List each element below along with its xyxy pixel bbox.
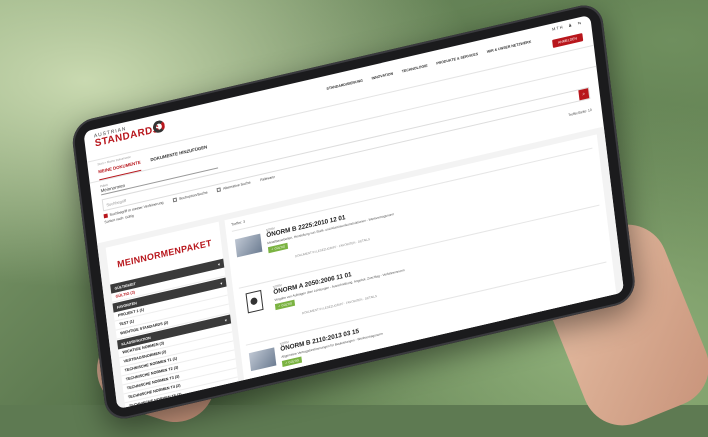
chevron-down-icon: ▾ [217, 261, 221, 267]
cover-thumbnail[interactable] [248, 347, 277, 372]
utility-links: M T H ♟ ⇆ [552, 20, 582, 32]
login-button[interactable]: ANMELDEN [551, 33, 584, 49]
logo-mark-icon [152, 119, 166, 134]
nav-item[interactable]: PRODUKTE & SERVICES [436, 52, 478, 66]
card-actions[interactable]: DOKUMENT IN LESEZUGRIFF · FAVORITEN · DE… [295, 237, 370, 258]
cover-thumbnail[interactable] [234, 233, 263, 258]
per-page-select[interactable]: Treffer/Seite: 10 [568, 108, 592, 117]
language-switch[interactable]: M T H [552, 24, 563, 31]
nav-item[interactable]: TECHNOLOGIE [402, 64, 428, 74]
cart-icon[interactable]: ⇆ [577, 20, 581, 26]
chevron-down-icon: ▾ [220, 280, 223, 286]
logo[interactable]: AUSTRIAN STANDARDS [94, 120, 161, 150]
facet-groups: GÜLTIGKEIT ▾ GÜLTIG (3) FAVORITEN ▾ PROJEKT 1… [110, 258, 242, 410]
checkbox-checked-icon [103, 213, 108, 219]
card-actions[interactable]: DOKUMENT IN LESEZUGRIFF · FAVORITEN · DE… [302, 294, 377, 315]
nav-item[interactable]: STANDARDISIERUNG [326, 79, 363, 91]
user-icon[interactable]: ♟ [568, 22, 572, 28]
nav-item[interactable]: INNOVATION [371, 72, 393, 81]
document-icon[interactable] [245, 289, 264, 314]
chevron-down-icon: ▾ [224, 317, 227, 323]
nav-item[interactable]: WIR & UNSER NETZWERK [487, 40, 532, 54]
sidebar: MEINNORMENPAKET GÜLTIGKEIT ▾ GÜLTIG (3) FAV… [105, 221, 242, 410]
